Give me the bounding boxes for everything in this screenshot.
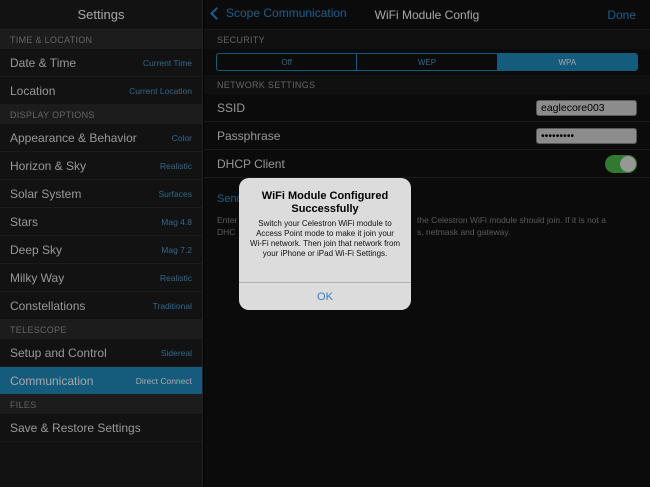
alert-dialog: WiFi Module Configured Successfully Swit… — [239, 178, 411, 310]
alert-message: Switch your Celestron WiFi module to Acc… — [249, 219, 401, 258]
alert-title: WiFi Module Configured Successfully — [261, 190, 389, 215]
alert-ok-button[interactable]: OK — [239, 282, 411, 310]
